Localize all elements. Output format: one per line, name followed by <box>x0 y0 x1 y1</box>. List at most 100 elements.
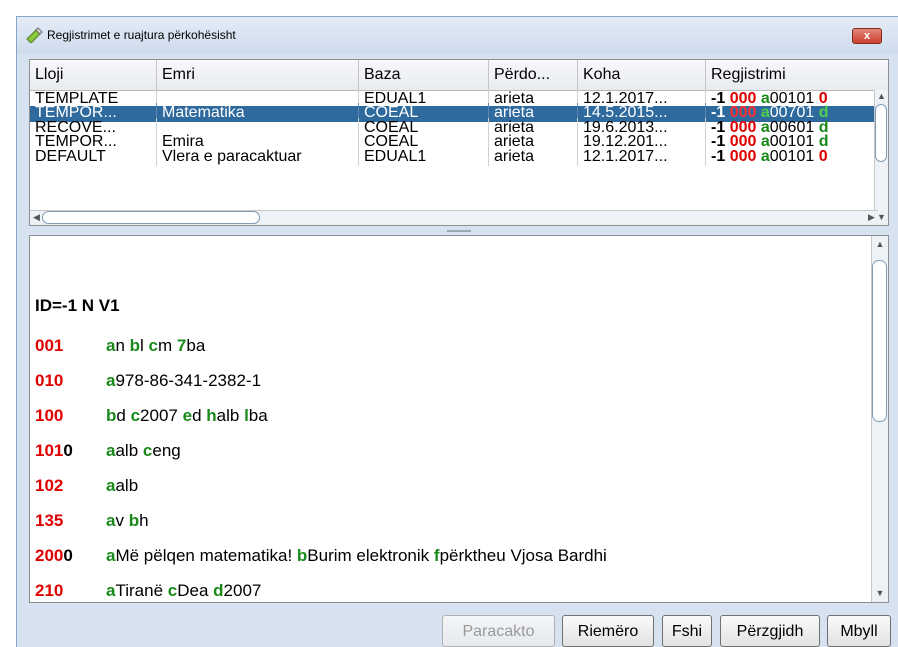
column-header-type[interactable]: Lloji <box>30 60 157 90</box>
column-header-time[interactable]: Koha <box>578 60 706 90</box>
column-header-base[interactable]: Baza <box>359 60 489 90</box>
subfield-value: përktheu Vjosa Bardhi <box>439 546 607 565</box>
scroll-down-icon[interactable]: ▼ <box>872 587 888 600</box>
subfield-value: d <box>116 406 131 425</box>
record-field-line[interactable]: 102 aalb <box>35 476 138 498</box>
column-header-user[interactable]: Përdo... <box>489 60 578 90</box>
record-field-line[interactable]: 1010 aalb ceng <box>35 441 181 463</box>
subfield-code: 7 <box>176 336 187 355</box>
scroll-up-icon[interactable]: ▲ <box>875 90 888 103</box>
field-tag-number: 010 <box>35 371 64 390</box>
horizontal-scroll-thumb[interactable] <box>42 211 260 224</box>
subfield-value: 2007 <box>223 581 262 600</box>
field-tag: 2000 <box>35 546 106 566</box>
records-table: Lloji Emri Baza Përdo... Koha Regjistrim… <box>29 59 889 226</box>
record-field-line[interactable]: 010 a978-86-341-2382-1 <box>35 371 261 393</box>
rename-button[interactable]: Riemëro <box>562 615 654 647</box>
field-tag-number: 100 <box>35 406 64 425</box>
subfield-value: Tiranë <box>115 581 168 600</box>
subfield-value: v <box>115 511 129 530</box>
cell-user: arieta <box>489 147 578 166</box>
subfield-code: c <box>167 581 178 600</box>
title-bar: Regjistrimet e ruajtura përkohësisht x <box>17 17 898 54</box>
pencil-eraser-icon <box>26 27 43 43</box>
subfield-value: d <box>192 406 207 425</box>
scroll-up-icon[interactable]: ▲ <box>872 238 888 251</box>
field-tag: 001 <box>35 336 106 356</box>
column-header-record[interactable]: Regjistrimi <box>706 60 888 90</box>
subfield-code: b <box>129 336 141 355</box>
subfield-code: b <box>106 406 117 425</box>
subfield-code: e <box>182 406 193 425</box>
subfield-value: Burim elektronik <box>307 546 434 565</box>
record-field-line[interactable]: 2000 aMë pëlqen matematika! bBurim elektr… <box>35 546 607 568</box>
set-default-button[interactable]: Paracakto <box>442 615 555 647</box>
table-horizontal-scrollbar[interactable]: ◀ ▶ <box>30 210 878 225</box>
record-field-line[interactable]: 210 aTiranë cDea d2007 <box>35 581 262 602</box>
close-icon: x <box>863 30 871 42</box>
record-tag: 000 <box>729 148 757 165</box>
table-vertical-scrollbar[interactable]: ▲ ▼ <box>874 90 888 225</box>
subfield-value: Dea <box>177 581 214 600</box>
record-code: a <box>760 148 770 165</box>
field-tag: 1010 <box>35 441 106 461</box>
close-button[interactable]: Mbyll <box>827 615 891 647</box>
cell-time: 12.1.2017... <box>578 147 706 166</box>
subfield-code: d <box>213 581 224 600</box>
subfield-code: h <box>206 406 217 425</box>
field-tag: 010 <box>35 371 106 391</box>
field-tag-number: 101 <box>35 441 64 460</box>
table-header: Lloji Emri Baza Përdo... Koha Regjistrim… <box>30 60 888 91</box>
cell-name: Vlera e paracaktuar <box>157 147 359 166</box>
subfield-value: alb <box>115 441 143 460</box>
subfield-value: ba <box>248 406 268 425</box>
subfield-value: alb <box>216 406 245 425</box>
subfield-code: c <box>130 406 141 425</box>
cell-type: DEFAULT <box>30 147 157 166</box>
field-indicator: 0 <box>63 441 73 460</box>
select-button[interactable]: Përzgjidh <box>720 615 820 647</box>
cell-record: -1 000 a00101 0 <box>706 147 878 166</box>
field-tag: 100 <box>35 406 106 426</box>
panel-splitter[interactable] <box>29 227 889 235</box>
record-field-line[interactable]: 001 an bl cm 7ba <box>35 336 205 358</box>
field-tag: 102 <box>35 476 106 496</box>
subfield-value: alb <box>115 476 139 495</box>
record-tail: 0 <box>818 148 828 165</box>
field-tag-number: 210 <box>35 581 64 600</box>
field-tag-number: 102 <box>35 476 64 495</box>
field-tag-number: 001 <box>35 336 64 355</box>
scroll-thumb[interactable] <box>872 260 887 422</box>
field-tag: 210 <box>35 581 106 601</box>
window-title: Regjistrimet e ruajtura përkohësisht <box>47 28 236 42</box>
record-id: ID=-1 N V1 <box>35 296 120 315</box>
subfield-code: b <box>128 511 140 530</box>
record-vertical-scrollbar[interactable]: ▲ ▼ <box>871 236 888 602</box>
subfield-value: m <box>158 336 177 355</box>
subfield-value: h <box>139 511 149 530</box>
subfield-value: l <box>140 336 149 355</box>
column-header-name[interactable]: Emri <box>157 60 359 90</box>
record-preview: ID=-1 N V1 001 an bl cm 7ba 010 a978-86-341… <box>29 235 889 603</box>
subfield-value: 978-86-341-2382-1 <box>115 371 262 390</box>
scroll-thumb[interactable] <box>875 104 887 162</box>
record-prefix: -1 <box>711 148 726 165</box>
subfield-value: eng <box>152 441 181 460</box>
field-indicator: 0 <box>63 546 73 565</box>
record-field-line[interactable]: 100 bd c2007 ed halb lba <box>35 406 268 428</box>
subfield-code: b <box>296 546 308 565</box>
table-row[interactable]: DEFAULT Vlera e paracaktuar EDUAL1 arieta 12… <box>30 147 878 166</box>
record-value: 00101 <box>769 148 815 165</box>
subfield-value: ba <box>186 336 206 355</box>
close-window-button[interactable]: x <box>852 28 882 44</box>
splitter-grip[interactable] <box>447 230 471 232</box>
subfield-code: c <box>142 441 153 460</box>
subfield-value: n <box>115 336 130 355</box>
delete-button[interactable]: Fshi <box>662 615 712 647</box>
scroll-right-icon[interactable]: ▶ <box>865 211 878 224</box>
record-field-line[interactable]: 135 av bh <box>35 511 149 533</box>
field-tag: 135 <box>35 511 106 531</box>
cell-base: EDUAL1 <box>359 147 489 166</box>
field-tag-number: 135 <box>35 511 64 530</box>
field-tag-number: 200 <box>35 546 64 565</box>
